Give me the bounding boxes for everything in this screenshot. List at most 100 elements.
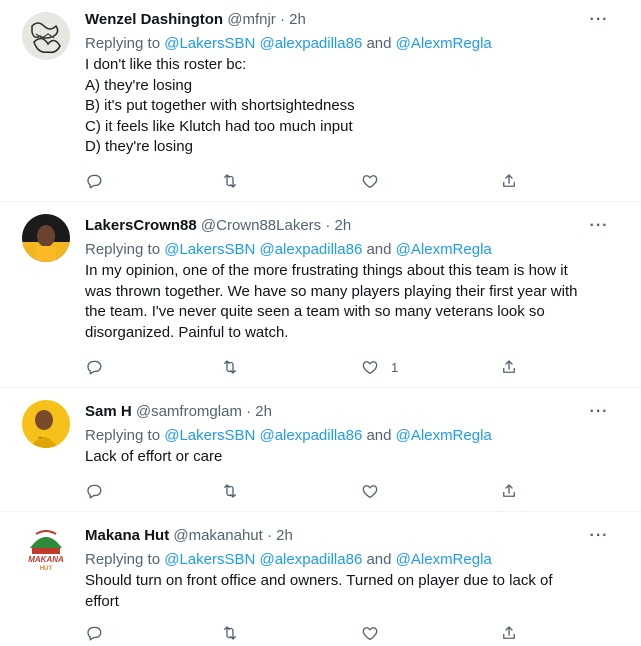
- retweet-icon: [224, 360, 236, 374]
- more-icon[interactable]: ···: [585, 218, 613, 240]
- mention-link[interactable]: @LakersSBN: [164, 35, 255, 52]
- action-bar: [85, 480, 535, 502]
- reply-icon: [87, 360, 102, 375]
- avatar[interactable]: ~: [22, 400, 70, 448]
- retweet-icon: [224, 626, 236, 640]
- timestamp[interactable]: 2h: [335, 217, 352, 234]
- and-text: and: [362, 551, 396, 568]
- text-line: Should turn on front office and owners. …: [85, 572, 553, 589]
- separator: ·: [241, 403, 256, 420]
- mention-link[interactable]: @AlexmRegla: [396, 551, 492, 568]
- and-text: and: [362, 241, 396, 258]
- reply-button[interactable]: [85, 480, 103, 502]
- share-button[interactable]: [500, 170, 518, 192]
- avatar-logo-text: MAKANA: [28, 555, 64, 564]
- tweet[interactable]: Wenzel Dashington @mfnjr · 2h ··· Replyi…: [0, 0, 641, 200]
- reply-button[interactable]: [85, 356, 103, 378]
- timestamp[interactable]: 2h: [289, 11, 306, 28]
- like-button[interactable]: [361, 170, 391, 192]
- more-icon[interactable]: ···: [585, 12, 613, 34]
- mention-link[interactable]: @LakersSBN: [164, 241, 255, 258]
- and-text: and: [362, 427, 396, 444]
- share-button[interactable]: [500, 622, 518, 644]
- text-line: Lack of effort or care: [85, 448, 223, 465]
- like-count: 1: [391, 359, 399, 375]
- svg-text:~: ~: [38, 435, 42, 442]
- replying-prefix: Replying to: [85, 35, 165, 52]
- more-icon[interactable]: ···: [585, 528, 613, 550]
- share-icon: [503, 360, 515, 373]
- reply-feed: Wenzel Dashington @mfnjr · 2h ··· Replyi…: [0, 0, 641, 646]
- tweet[interactable]: ~ Sam H @samfromglam · 2h ··· Replying t…: [0, 388, 641, 510]
- like-button[interactable]: [361, 622, 391, 644]
- author-handle[interactable]: @Crown88Lakers: [201, 217, 321, 234]
- share-button[interactable]: [500, 480, 518, 502]
- like-button[interactable]: [361, 480, 391, 502]
- mention-link[interactable]: @LakersSBN: [164, 551, 255, 568]
- share-icon: [503, 626, 515, 639]
- retweet-button[interactable]: [221, 622, 239, 644]
- replying-prefix: Replying to: [85, 427, 165, 444]
- timestamp[interactable]: 2h: [276, 527, 293, 544]
- separator: ·: [275, 11, 290, 28]
- like-icon: [362, 627, 378, 641]
- action-bar: [85, 622, 535, 644]
- retweet-icon: [224, 174, 236, 188]
- tweet[interactable]: LakersCrown88 @Crown88Lakers · 2h ··· Re…: [0, 202, 641, 384]
- retweet-button[interactable]: [221, 170, 239, 192]
- retweet-button[interactable]: [221, 480, 239, 502]
- text-line: was thrown together. We have so many pla…: [85, 282, 578, 300]
- reply-icon: [87, 174, 102, 189]
- avatar-logo-text: HUT: [40, 566, 53, 572]
- retweet-icon: [224, 484, 236, 498]
- more-icon[interactable]: ···: [585, 404, 613, 426]
- share-button[interactable]: [500, 356, 518, 378]
- author-name[interactable]: Makana Hut: [85, 527, 169, 544]
- retweet-button[interactable]: [221, 356, 239, 378]
- separator: ·: [262, 527, 277, 544]
- share-icon: [503, 174, 515, 187]
- reply-icon: [87, 626, 102, 641]
- author-name[interactable]: Sam H: [85, 403, 132, 420]
- tweet-text: I don't like this roster bc: A) they're …: [85, 55, 615, 158]
- text-line: B) it's put together with shortsightedne…: [85, 97, 355, 114]
- text-line: effort: [85, 592, 119, 610]
- author-name[interactable]: LakersCrown88: [85, 217, 197, 234]
- like-button[interactable]: 1: [361, 356, 398, 378]
- mention-link[interactable]: @AlexmRegla: [396, 241, 492, 258]
- tweet[interactable]: MAKANA HUT Makana Hut @makanahut · 2h ··…: [0, 512, 641, 646]
- mention-link[interactable]: @alexpadilla86: [259, 551, 362, 568]
- avatar[interactable]: [22, 12, 70, 60]
- mention-link[interactable]: @alexpadilla86: [259, 241, 362, 258]
- author-name[interactable]: Wenzel Dashington: [85, 11, 223, 28]
- author-handle[interactable]: @samfromglam: [136, 403, 242, 420]
- text-line: D) they're losing: [85, 138, 193, 155]
- reply-button[interactable]: [85, 170, 103, 192]
- timestamp[interactable]: 2h: [255, 403, 272, 420]
- text-line: C) it feels like Klutch had too much inp…: [85, 117, 353, 135]
- replying-to: Replying to @LakersSBN @alexpadilla86 an…: [85, 240, 492, 260]
- avatar[interactable]: MAKANA HUT: [22, 524, 70, 572]
- separator: ·: [321, 217, 335, 234]
- mention-link[interactable]: @AlexmRegla: [396, 427, 492, 444]
- text-line: the team. I've never quite seen a team w…: [85, 303, 545, 320]
- reply-icon: [87, 484, 102, 499]
- replying-to: Replying to @LakersSBN @alexpadilla86 an…: [85, 426, 492, 446]
- mention-link[interactable]: @alexpadilla86: [259, 427, 362, 444]
- like-icon: [362, 175, 378, 189]
- mention-link[interactable]: @LakersSBN: [164, 427, 255, 444]
- author-handle[interactable]: @makanahut: [173, 527, 262, 544]
- text-line: disorganized. Painful to watch.: [85, 323, 289, 341]
- author-handle[interactable]: @mfnjr: [227, 11, 276, 28]
- share-icon: [503, 484, 515, 497]
- text-line: I don't like this roster bc:: [85, 56, 247, 73]
- reply-button[interactable]: [85, 622, 103, 644]
- tweet-text: Should turn on front office and owners. …: [85, 571, 615, 612]
- mention-link[interactable]: @AlexmRegla: [396, 35, 492, 52]
- avatar[interactable]: [22, 214, 70, 262]
- like-icon: [362, 485, 378, 499]
- action-bar: [85, 170, 535, 192]
- mention-link[interactable]: @alexpadilla86: [259, 35, 362, 52]
- text-line: A) they're losing: [85, 76, 193, 94]
- replying-to: Replying to @LakersSBN @alexpadilla86 an…: [85, 34, 492, 54]
